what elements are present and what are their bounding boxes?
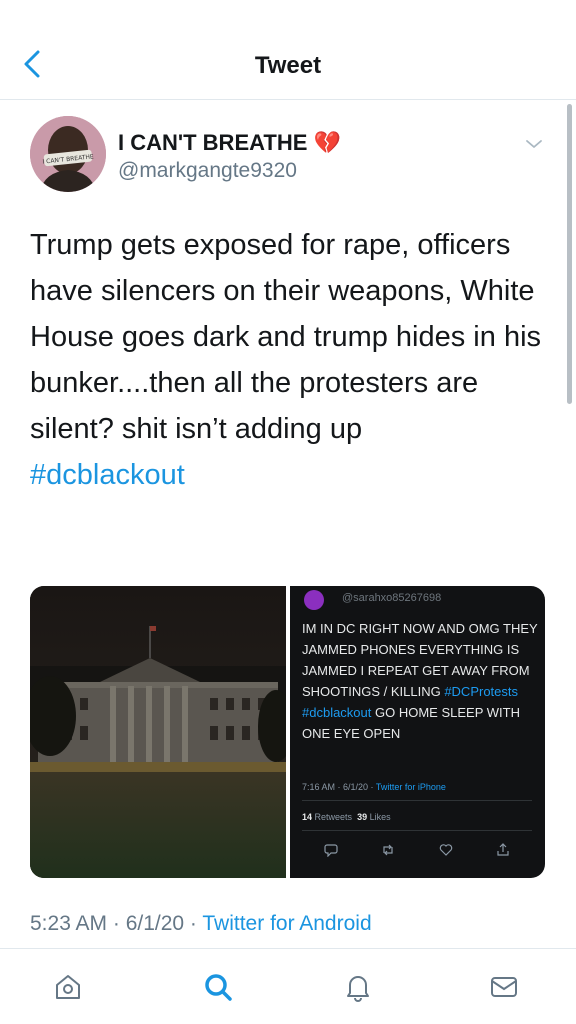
embedded-stats: 14 Retweets 39 Likes — [302, 812, 391, 822]
home-icon — [56, 975, 80, 999]
messages-icon — [491, 977, 517, 997]
tweet-author: I CAN'T BREATHE I CAN'T BREATHE 💔 @markg… — [30, 116, 560, 196]
user-handle[interactable]: @markgangte9320 — [118, 159, 297, 183]
display-name[interactable]: I CAN'T BREATHE 💔 — [118, 130, 341, 156]
avatar-image: I CAN'T BREATHE — [30, 116, 106, 192]
heart-icon — [439, 844, 452, 856]
divider — [302, 800, 532, 801]
chevron-down-icon — [526, 140, 542, 148]
hashtag-link[interactable]: #dcblackout — [30, 452, 550, 498]
embedded-time: 7:16 AM · 6/1/20 · — [302, 782, 376, 792]
divider — [302, 830, 532, 831]
tweet-text: Trump gets exposed for rape, officers ha… — [30, 222, 550, 498]
embedded-hashtag-dcprotests: #DCProtests — [444, 684, 519, 699]
embedded-retweets-label: Retweets — [314, 812, 353, 822]
search-icon — [205, 974, 232, 1001]
embedded-avatar — [304, 590, 324, 610]
embedded-actions — [302, 840, 532, 860]
tweet-body: Trump gets exposed for rape, officers ha… — [30, 229, 542, 445]
avatar[interactable]: I CAN'T BREATHE — [30, 116, 106, 192]
timestamp-text: 5:23 AM · 6/1/20 · — [30, 912, 203, 935]
tweet-source-link[interactable]: Twitter for Android — [202, 912, 371, 935]
embedded-retweets-count: 14 — [302, 812, 313, 822]
tab-notifications[interactable] — [338, 967, 378, 1007]
retweet-icon — [383, 844, 393, 856]
page-title: Tweet — [254, 52, 322, 79]
tab-home[interactable] — [48, 967, 88, 1007]
bottom-tab-bar — [0, 948, 576, 1024]
embedded-likes-count: 39 — [357, 812, 368, 822]
embedded-meta: 7:16 AM · 6/1/20 · Twitter for iPhone — [302, 782, 446, 792]
white-house-image — [30, 586, 286, 878]
notifications-icon — [347, 976, 369, 1002]
scrollbar[interactable] — [567, 104, 572, 404]
reply-icon — [324, 844, 338, 857]
share-icon — [497, 843, 509, 856]
more-options-button[interactable] — [522, 132, 546, 156]
tab-search[interactable] — [198, 967, 238, 1007]
photo-white-house[interactable] — [30, 586, 286, 878]
top-bar: Tweet — [0, 0, 576, 100]
photo-embedded-tweet[interactable]: @sarahxo85267698 IM IN DC RIGHT NOW AND … — [290, 586, 545, 878]
tab-messages[interactable] — [484, 967, 524, 1007]
embedded-tweet-text: IM IN DC RIGHT NOW AND OMG THEY JAMMED P… — [302, 618, 538, 744]
embedded-likes-label: Likes — [369, 812, 391, 822]
tweet-timestamp: 5:23 AM · 6/1/20 · Twitter for Android — [30, 912, 372, 936]
embedded-handle: @sarahxo85267698 — [342, 592, 442, 604]
embedded-source: Twitter for iPhone — [375, 782, 446, 792]
embedded-hashtag-dcblackout: #dcblackout — [302, 705, 372, 720]
